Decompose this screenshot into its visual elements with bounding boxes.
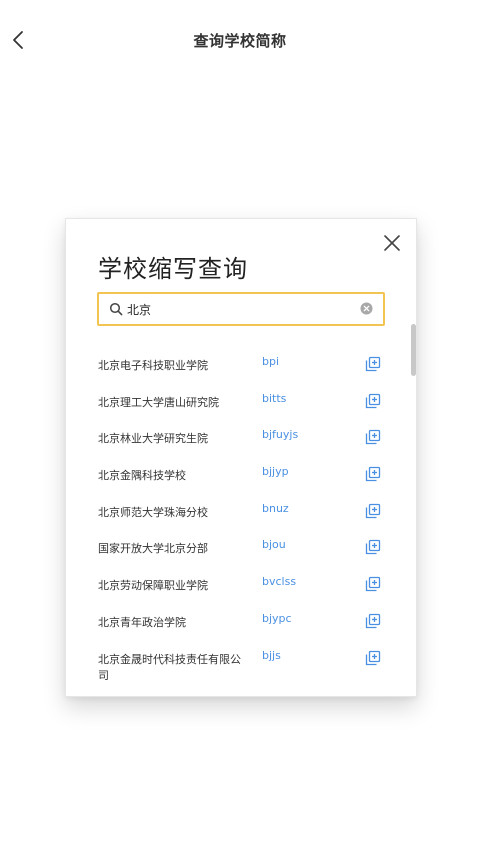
school-abbr: bjfuyjs — [262, 428, 299, 442]
copy-add-icon — [365, 613, 381, 628]
copy-button[interactable] — [365, 503, 381, 519]
copy-add-icon — [365, 576, 381, 592]
list-item: 北京劳动保障职业学院 bvclss — [66, 567, 416, 604]
copy-button[interactable] — [365, 613, 381, 629]
close-icon — [384, 235, 400, 251]
scrollbar[interactable] — [411, 324, 416, 376]
abbreviation-dialog: 学校缩写查询 北京电子科技职业学院 bpi — [65, 218, 417, 697]
school-name: 国家开放大学北京分部 — [98, 542, 208, 556]
school-abbr: bnuz — [262, 501, 289, 515]
school-abbr: bjjs — [262, 648, 281, 662]
list-item: 国家开放大学北京分部 bjou — [66, 530, 416, 567]
copy-button[interactable] — [365, 576, 381, 592]
school-name: 北京理工大学唐山研究院 — [98, 395, 219, 409]
school-abbr: bitts — [262, 391, 287, 405]
page-title: 查询学校简称 — [193, 32, 287, 50]
copy-button[interactable] — [365, 650, 381, 666]
copy-add-icon — [365, 650, 381, 665]
school-abbr: bjjyp — [262, 465, 289, 479]
page: 查询学校简称 学校缩写查询 北京电子科技职业学院 b — [0, 0, 480, 853]
list-item: 北京金晟时代科技责任有限公司 bjjs — [66, 641, 416, 682]
clear-icon[interactable] — [360, 302, 373, 315]
copy-add-icon — [365, 356, 381, 372]
copy-button[interactable] — [365, 429, 381, 445]
school-name: 北京林业大学研究生院 — [98, 432, 208, 446]
list-item: 北京理工大学唐山研究院 bitts — [66, 384, 416, 421]
list-item: 北京电子科技职业学院 bpi — [66, 347, 416, 384]
copy-add-icon — [365, 503, 381, 518]
search-input[interactable] — [127, 299, 347, 319]
list-item: 北京金隅科技学校 bjjyp — [66, 457, 416, 494]
school-name: 北京金晟时代科技责任有限公司 — [98, 652, 241, 682]
copy-button[interactable] — [365, 393, 381, 409]
school-name: 北京师范大学珠海分校 — [98, 505, 208, 519]
search-icon — [109, 302, 123, 316]
list-item: 北京师范大学珠海分校 bnuz — [66, 494, 416, 531]
search-box[interactable] — [97, 292, 385, 326]
school-abbr: bpi — [262, 355, 280, 368]
copy-button[interactable] — [365, 466, 381, 482]
top-bar: 查询学校简称 — [0, 0, 480, 80]
list-item: 北京林业大学研究生院 bjfuyjs — [66, 420, 416, 457]
copy-add-icon — [365, 540, 381, 555]
school-name: 北京电子科技职业学院 — [98, 359, 208, 372]
list-item: 北京青年政治学院 bjypc — [66, 604, 416, 641]
close-button[interactable] — [382, 233, 402, 253]
school-abbr: bjypc — [262, 611, 292, 625]
copy-button[interactable] — [365, 356, 381, 372]
school-name: 北京青年政治学院 — [98, 615, 186, 629]
school-abbr: bvclss — [262, 575, 297, 589]
dialog-title: 学校缩写查询 — [98, 255, 248, 283]
school-abbr: bjou — [262, 538, 286, 552]
school-name: 北京金隅科技学校 — [98, 469, 186, 483]
school-name: 北京劳动保障职业学院 — [98, 579, 208, 593]
copy-add-icon — [365, 393, 381, 408]
copy-button[interactable] — [365, 539, 381, 555]
results-list: 北京电子科技职业学院 bpi 北京理工大学唐山研究院 bitts 北京林业大学研… — [66, 347, 416, 682]
copy-add-icon — [365, 466, 381, 482]
copy-add-icon — [365, 430, 381, 445]
